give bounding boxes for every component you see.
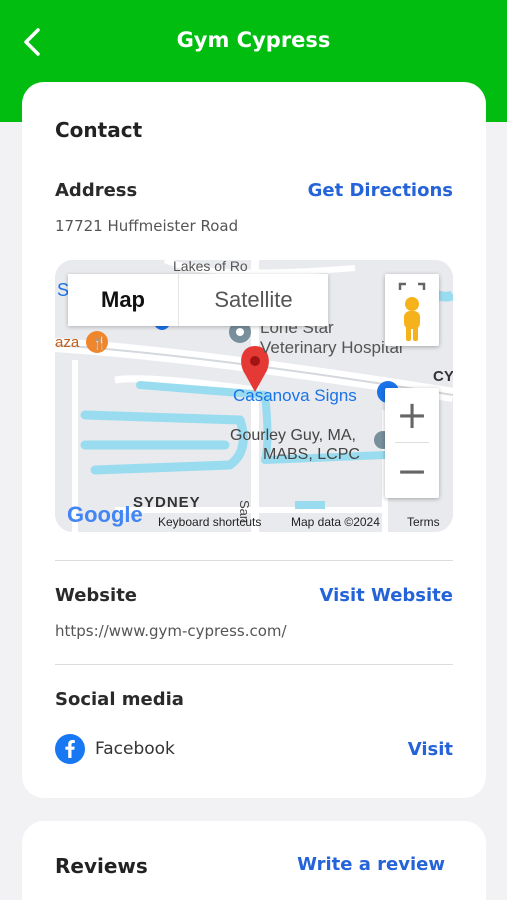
write-review-link[interactable]: Write a review (297, 854, 445, 875)
facebook-icon (55, 734, 85, 764)
divider (55, 664, 453, 665)
reviews-card: Reviews Write a review (22, 821, 486, 900)
facebook-visit-link[interactable]: Visit (408, 739, 453, 760)
contact-title: Contact (55, 118, 143, 142)
pegman-icon (404, 297, 420, 341)
website-label: Website (55, 585, 138, 606)
map-label-aza: aza (55, 334, 80, 351)
map-label-casanova: Casanova Signs (233, 386, 357, 405)
map-view[interactable]: 🍴 Lakes of Ro S aza Lone Star Veterinary… (55, 260, 453, 532)
page-title: Gym Cypress (176, 28, 331, 52)
social-item-facebook: Facebook (55, 734, 175, 764)
map-label-mabs: MABS, LCPC (263, 446, 360, 463)
website-value: https://www.gym-cypress.com/ (55, 622, 287, 640)
map-label-lakes: Lakes of Ro (173, 260, 248, 274)
zoom-in-button[interactable]: + (385, 388, 439, 442)
address-value: 17721 Huffmeister Road (55, 217, 239, 235)
address-label: Address (55, 180, 138, 201)
map-tab[interactable]: Map (68, 274, 178, 326)
contact-card: Contact Address Get Directions 17721 Huf… (22, 82, 486, 798)
street-view-button[interactable] (385, 274, 439, 346)
map-label-gourley: Gourley Guy, MA, (230, 427, 356, 444)
map-data-text: Map data ©2024 (291, 515, 380, 529)
satellite-tab[interactable]: Satellite (178, 274, 328, 326)
map-type-toggle: Map Satellite (68, 274, 328, 326)
facebook-label: Facebook (95, 739, 175, 759)
map-label-sydney: SYDNEY (133, 494, 201, 511)
reviews-title: Reviews (55, 854, 148, 878)
divider (55, 560, 453, 561)
zoom-controls: + − (385, 388, 439, 498)
svg-text:🍴: 🍴 (92, 336, 107, 350)
zoom-divider (395, 442, 429, 443)
map-attribution: Keyboard shortcuts Map data ©2024 Terms (55, 512, 453, 532)
map-label-cy: CY (433, 368, 453, 385)
social-media-label: Social media (55, 689, 184, 710)
zoom-out-button[interactable]: − (385, 444, 439, 498)
keyboard-shortcuts-link[interactable]: Keyboard shortcuts (158, 515, 261, 529)
terms-link[interactable]: Terms (407, 515, 440, 529)
visit-website-link[interactable]: Visit Website (319, 585, 453, 606)
map-label-veterinary: Veterinary Hospital (260, 338, 403, 357)
get-directions-link[interactable]: Get Directions (308, 180, 453, 201)
